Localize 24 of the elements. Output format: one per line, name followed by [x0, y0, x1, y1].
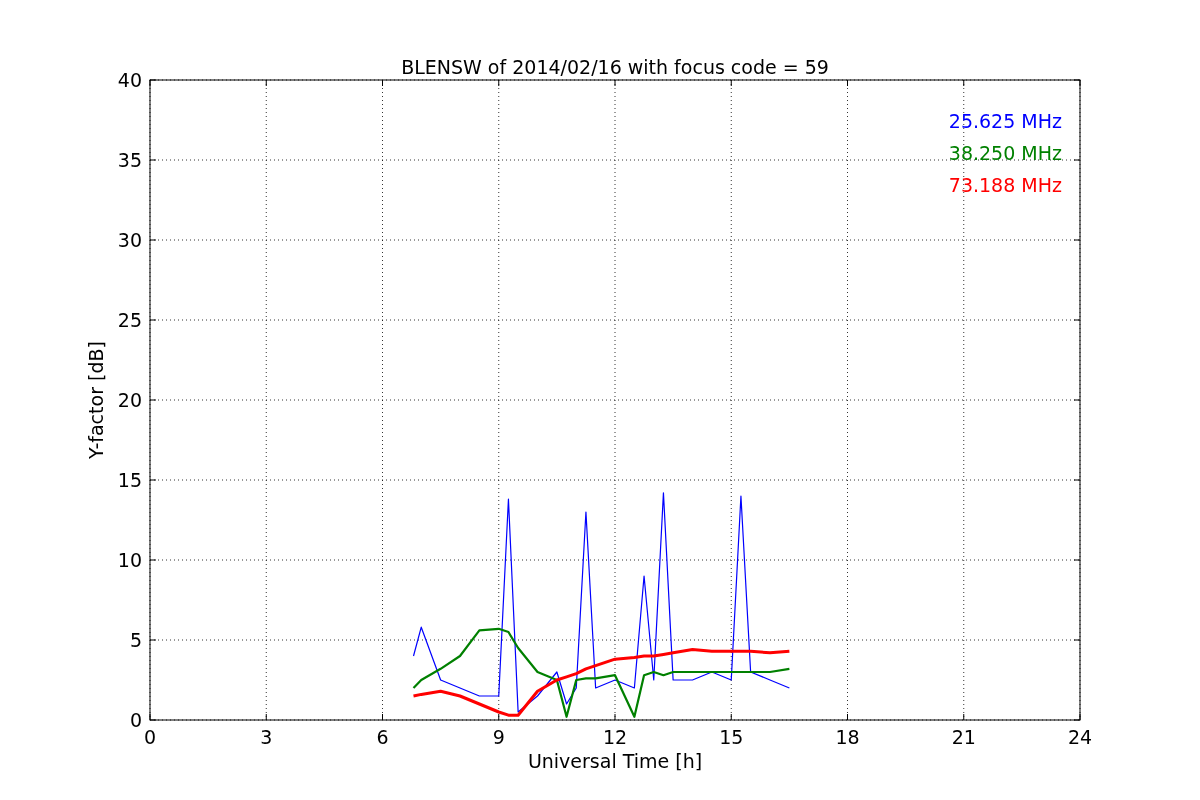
legend-label: 73.188 MHz — [948, 174, 1062, 196]
tick-label: 24 — [1067, 726, 1093, 748]
tick-label: 0 — [129, 709, 142, 731]
tick-label: 30 — [117, 229, 142, 251]
x-axis-label: Universal Time [h] — [527, 750, 703, 772]
legend-label: 38.250 MHz — [948, 142, 1062, 164]
tick-label: 3 — [260, 726, 273, 748]
tick-label: 20 — [117, 389, 142, 411]
tick-label: 6 — [376, 726, 389, 748]
tick-label: 18 — [835, 726, 860, 748]
tick-label: 5 — [129, 629, 142, 651]
tick-label: 25 — [117, 309, 142, 331]
tick-label: 15 — [719, 726, 744, 748]
chart-title: BLENSW of 2014/02/16 with focus code = 59 — [401, 56, 829, 78]
tick-label: 15 — [117, 469, 142, 491]
tick-label: 35 — [117, 149, 142, 171]
tick-label: 10 — [117, 549, 142, 571]
tick-label: 12 — [602, 726, 628, 748]
tick-label: 40 — [117, 69, 142, 91]
tick-label: 0 — [143, 726, 157, 748]
legend-label: 25.625 MHz — [948, 110, 1062, 132]
y-axis-label: Y-factor [dB] — [85, 341, 107, 459]
tick-label: 21 — [951, 726, 976, 748]
tick-label: 9 — [492, 726, 505, 748]
